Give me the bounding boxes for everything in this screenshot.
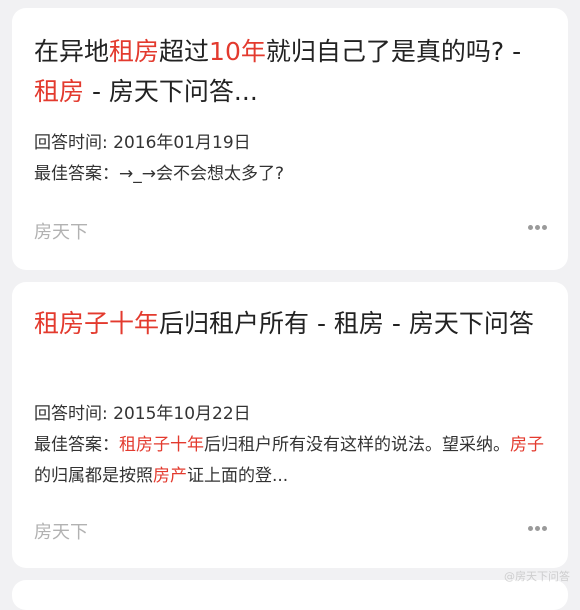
result-title[interactable]: 在异地租房超过10年就归自己了是真的吗? - 租房 - 房天下问答... (34, 32, 546, 112)
result-card[interactable]: 租房子十年后归租户所有 - 租房 - 房天下问答 回答时间: 2015年10月2… (12, 282, 568, 568)
source-label[interactable]: 房天下 (34, 518, 88, 544)
result-card[interactable]: 在异地租房超过10年就归自己了是真的吗? - 租房 - 房天下问答... 回答时… (12, 8, 568, 270)
best-answer-segment: 后归租户所有没有这样的说法。望采纳。 (204, 435, 510, 455)
result-title[interactable]: 租房子十年后归租户所有 - 租房 - 房天下问答 (34, 304, 546, 344)
best-answer-segment: 证上面的登... (187, 466, 289, 486)
title-segment: 后归租户所有 - 租房 - 房天下问答 (159, 309, 534, 338)
title-segment: - 房天下问答... (84, 77, 258, 106)
source-label[interactable]: 房天下 (34, 218, 88, 244)
title-segment: 在异地 (34, 37, 110, 66)
best-answer: 最佳答案：租房子十年后归租户所有没有这样的说法。望采纳。房子的归属都是按照房产证… (34, 430, 546, 492)
best-answer-segment: 的归属都是按照 (34, 466, 153, 486)
more-dots-icon[interactable] (528, 225, 548, 231)
result-meta: 回答时间: 2015年10月22日 最佳答案：租房子十年后归租户所有没有这样的说… (34, 399, 546, 492)
result-card-partial[interactable] (12, 580, 568, 610)
title-segment: 超过 (159, 37, 210, 66)
search-results-feed: 在异地租房超过10年就归自己了是真的吗? - 租房 - 房天下问答... 回答时… (0, 0, 580, 610)
watermark: @房天下问答 (504, 570, 570, 583)
best-answer-highlight: 房子 (510, 435, 544, 455)
title-highlight: 租房子十年 (34, 309, 160, 338)
answer-time: 回答时间: 2016年01月19日 (34, 133, 251, 153)
answer-time: 回答时间: 2015年10月22日 (34, 404, 251, 424)
best-answer-highlight: 房产 (153, 466, 187, 486)
best-answer-highlight: 租房子十年 (119, 435, 204, 455)
result-meta: 回答时间: 2016年01月19日 最佳答案：→_→会不会想太多了? (34, 128, 546, 190)
best-answer: 最佳答案：→_→会不会想太多了? (34, 159, 546, 190)
best-answer-segment: 最佳答案： (34, 435, 119, 455)
title-highlight: 租房 (34, 77, 85, 106)
more-dots-icon[interactable] (528, 526, 548, 532)
title-highlight: 租房 (109, 37, 160, 66)
title-highlight: 10年 (209, 37, 266, 66)
title-segment: 就归自己了是真的吗? - (265, 37, 522, 66)
best-answer-segment: 最佳答案：→_→会不会想太多了? (34, 164, 285, 184)
